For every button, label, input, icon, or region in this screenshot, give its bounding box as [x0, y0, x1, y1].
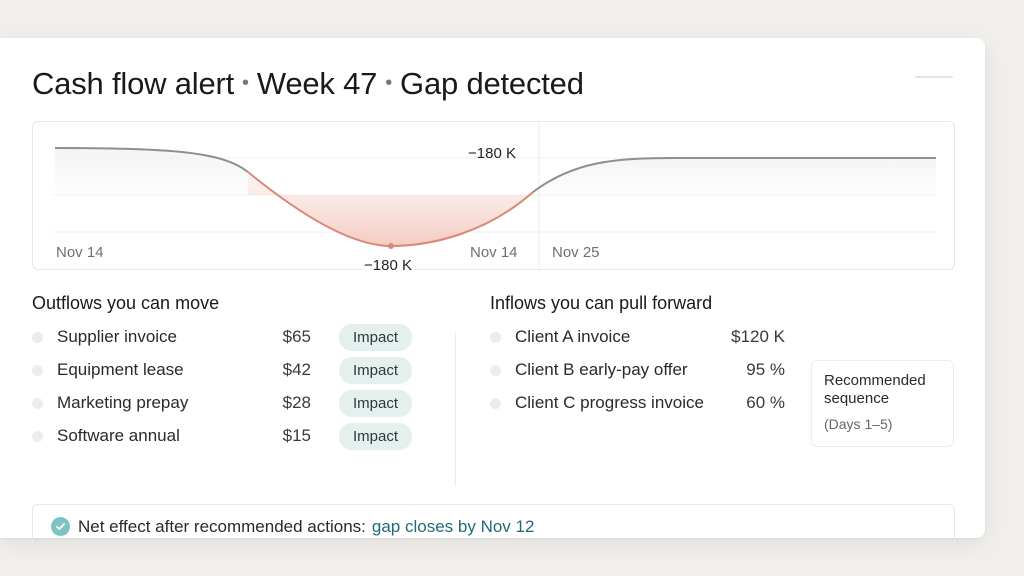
- outflow-amount: $42: [282, 360, 311, 379]
- bullet-icon: [32, 430, 43, 442]
- x-label-start: Nov 14: [56, 244, 104, 261]
- low-point-marker: [388, 243, 394, 249]
- inflow-amount: 60 %: [746, 393, 785, 412]
- outflow-row[interactable]: Marketing prepay $28 Impact: [32, 389, 413, 417]
- inflow-amount: $120 K: [731, 327, 785, 346]
- outflow-row[interactable]: Supplier invoice $65 Impact: [32, 323, 413, 351]
- page-title: Cash flow alert • Week 47 • Gap detected: [32, 66, 584, 102]
- title-week: Week 47: [256, 66, 378, 101]
- cash-flow-alert-card: Cash flow alert • Week 47 • Gap detected: [0, 38, 985, 549]
- inflow-label: Client B early-pay offer: [515, 360, 688, 379]
- inflow-label: Client A invoice: [515, 327, 631, 346]
- net-effect-highlight[interactable]: gap closes by Nov 12: [372, 517, 535, 537]
- x-label-end: Nov 25: [552, 244, 600, 261]
- outflow-label: Supplier invoice: [57, 327, 178, 346]
- outflow-amount: $28: [282, 393, 311, 412]
- bullet-icon: [490, 397, 501, 409]
- impact-button[interactable]: Impact: [339, 389, 413, 417]
- outflow-label: Software annual: [57, 426, 180, 445]
- recommended-sequence-card[interactable]: Recommended sequence (Days 1–5): [811, 360, 954, 447]
- outflow-label: Equipment lease: [57, 360, 184, 379]
- bullet-icon: [32, 397, 43, 409]
- impact-button[interactable]: Impact: [339, 323, 413, 351]
- inflow-row[interactable]: Client C progress invoice 60 %: [490, 390, 785, 416]
- recommended-sequence-title: Recommended sequence: [824, 372, 926, 407]
- check-circle-icon: [51, 517, 70, 536]
- inflow-label: Client C progress invoice: [515, 393, 704, 412]
- inflow-row[interactable]: Client A invoice $120 K: [490, 324, 785, 350]
- outflow-label: Marketing prepay: [57, 393, 189, 412]
- title-separator: •: [385, 72, 393, 94]
- impact-button[interactable]: Impact: [339, 422, 413, 450]
- outflow-amount: $15: [282, 426, 311, 445]
- outflow-row[interactable]: Equipment lease $42 Impact: [32, 356, 413, 384]
- low-point-value-label: −180 K: [362, 257, 414, 274]
- x-label-mid: Nov 14: [470, 244, 518, 261]
- bullet-icon: [490, 364, 501, 376]
- section-divider: [455, 333, 456, 486]
- bullet-icon: [32, 331, 43, 343]
- title-separator: •: [242, 72, 249, 94]
- cash-flow-chart: −180 K Nov 14 Nov 14 Nov 25: [32, 121, 955, 271]
- outflow-amount: $65: [282, 327, 311, 346]
- net-effect-text: Net effect after recommended actions:: [78, 516, 366, 536]
- menu-handle[interactable]: [915, 76, 953, 78]
- inflows-title: Inflows you can pull forward: [490, 293, 713, 313]
- outflows-title: Outflows you can move: [32, 293, 220, 313]
- balance-band-left: [55, 148, 248, 195]
- inflow-row[interactable]: Client B early-pay offer 95 %: [490, 357, 785, 383]
- title-alert: Cash flow alert: [32, 66, 235, 101]
- peak-value-label: −180 K: [468, 145, 516, 162]
- outflow-row[interactable]: Software annual $15 Impact: [32, 422, 413, 450]
- impact-button[interactable]: Impact: [339, 356, 413, 384]
- cash-flow-chart-svg: −180 K Nov 14 Nov 14 Nov 25: [53, 122, 936, 271]
- bullet-icon: [490, 331, 501, 343]
- inflow-amount: 95 %: [746, 360, 785, 379]
- gap-area: [248, 172, 533, 246]
- bullet-icon: [32, 364, 43, 376]
- title-status: Gap detected: [400, 66, 584, 101]
- net-effect-banner: Net effect after recommended actions: ga…: [32, 504, 955, 549]
- recommended-sequence-days: (Days 1–5): [824, 416, 893, 432]
